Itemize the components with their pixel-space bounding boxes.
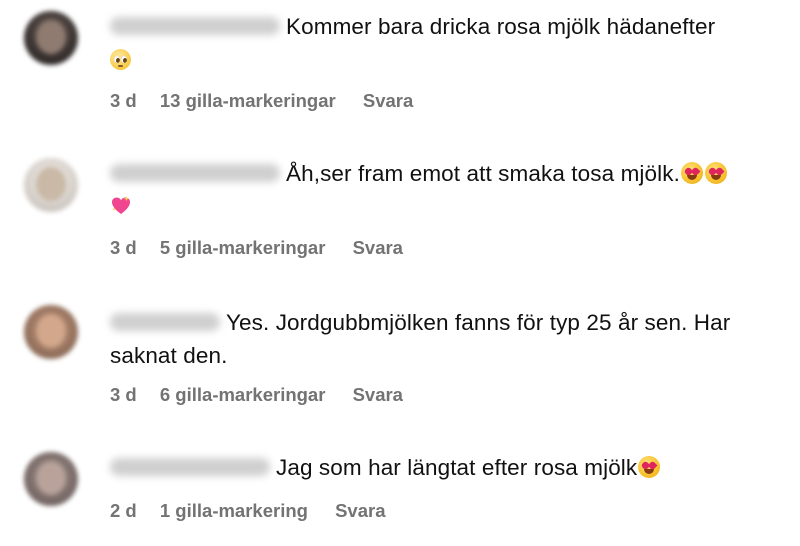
sparkling-heart-icon	[110, 195, 132, 217]
heart-eyes-face-icon	[638, 456, 661, 478]
comment-body: Åh,ser fram emot att smaka tosa mjölk.	[286, 161, 680, 186]
pleading-face-icon	[110, 49, 131, 70]
comment-time: 3 d	[110, 90, 137, 111]
comment-text: Jag som har längtat efter rosa mjölk	[110, 451, 792, 484]
username-blurred[interactable]	[110, 313, 220, 332]
comment-meta: 3 d 5 gilla-markeringar Svara	[110, 237, 403, 259]
comment-text: Yes. Jordgubbmjölken fanns för typ 25 år…	[110, 306, 792, 372]
reply-button[interactable]: Svara	[353, 384, 403, 406]
comment-time: 2 d	[110, 500, 137, 521]
heart-eyes-face-icon	[680, 162, 703, 184]
avatar[interactable]	[24, 158, 78, 212]
comment-meta: 3 d 13 gilla-markeringar Svara	[110, 90, 413, 112]
avatar[interactable]	[24, 452, 78, 506]
comment-body: Yes. Jordgubbmjölken fanns för typ 25 år…	[226, 310, 731, 335]
avatar[interactable]	[24, 305, 78, 359]
likes-count-link[interactable]: 6 gilla-markeringar	[160, 384, 326, 406]
avatar[interactable]	[24, 11, 78, 65]
reply-button[interactable]: Svara	[353, 237, 403, 259]
username-blurred[interactable]	[110, 164, 280, 183]
username-blurred[interactable]	[110, 458, 270, 477]
comment-meta: 2 d 1 gilla-markering Svara	[110, 500, 385, 522]
heart-eyes-face-icon	[704, 162, 727, 184]
reply-button[interactable]: Svara	[335, 500, 385, 522]
comment-meta: 3 d 6 gilla-markeringar Svara	[110, 384, 403, 406]
username-blurred[interactable]	[110, 17, 280, 36]
reply-button[interactable]: Svara	[363, 90, 413, 112]
likes-count-link[interactable]: 13 gilla-markeringar	[160, 90, 336, 112]
comment-body: Jag som har längtat efter rosa mjölk	[276, 455, 638, 480]
comment-time: 3 d	[110, 237, 137, 258]
comment-text: Åh,ser fram emot att smaka tosa mjölk.	[110, 157, 792, 223]
comment-text: Kommer bara dricka rosa mjölk hädanefter	[110, 10, 792, 76]
comment-time: 3 d	[110, 384, 137, 405]
likes-count-link[interactable]: 1 gilla-markering	[160, 500, 308, 522]
likes-count-link[interactable]: 5 gilla-markeringar	[160, 237, 326, 259]
comment-body-continued: saknat den.	[110, 343, 228, 368]
comment-body: Kommer bara dricka rosa mjölk hädanefter	[286, 14, 716, 39]
